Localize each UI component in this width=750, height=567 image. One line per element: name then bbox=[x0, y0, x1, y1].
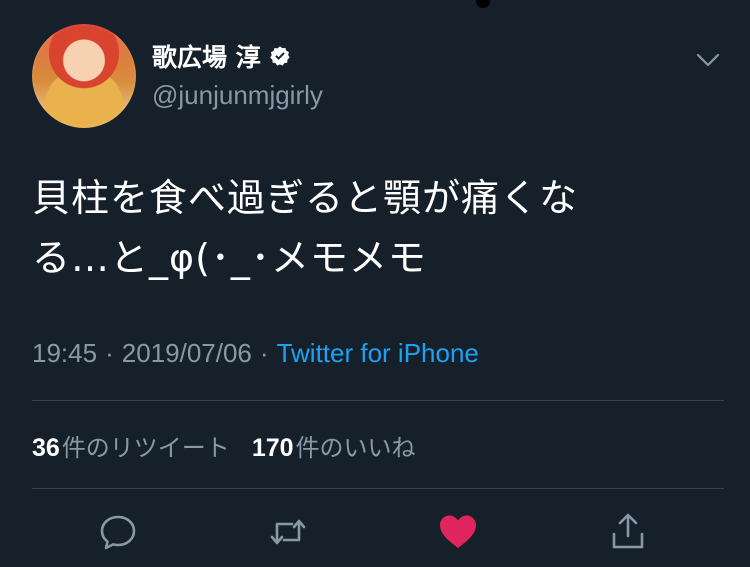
retweet-icon[interactable] bbox=[268, 512, 308, 552]
tweet-text-line-1: 貝柱を食べ過ぎると顎が痛くな bbox=[32, 176, 579, 220]
tweet-date: 2019/07/06 bbox=[121, 338, 252, 368]
chevron-down-icon[interactable] bbox=[696, 52, 720, 68]
divider bbox=[32, 488, 724, 489]
verified-badge-icon bbox=[269, 46, 290, 66]
meta-separator: · bbox=[259, 338, 269, 368]
share-icon[interactable] bbox=[608, 512, 648, 552]
tweet-source-link[interactable]: Twitter for iPhone bbox=[277, 338, 479, 369]
reply-icon[interactable] bbox=[98, 512, 138, 552]
retweets-count-link[interactable]: 36 件のリツイート bbox=[32, 428, 230, 463]
divider bbox=[32, 400, 724, 401]
tweet-time: 19:45 bbox=[32, 338, 98, 368]
heart-icon[interactable] bbox=[438, 512, 478, 552]
retweets-count: 36 bbox=[32, 434, 60, 462]
likes-label: 件のいいね bbox=[295, 434, 416, 462]
retweets-label: 件のリツイート bbox=[61, 434, 230, 462]
tweet-meta: 19:45 · 2019/07/06 · Twitter for iPhone bbox=[32, 338, 479, 369]
display-name[interactable]: 歌広場 淳 bbox=[152, 38, 261, 74]
likes-count: 170 bbox=[251, 434, 294, 462]
meta-separator: · bbox=[105, 338, 114, 368]
tweet-text-line-2: る…と_φ(･_･メモメモ bbox=[32, 236, 427, 280]
likes-count-link[interactable]: 170 件のいいね bbox=[252, 428, 416, 463]
engagement-counts: 36 件のリツイート 170 件のいいね bbox=[32, 428, 416, 463]
tweet-text: 貝柱を食べ過ぎると顎が痛くな る…と_φ(･_･メモメモ bbox=[32, 168, 692, 288]
avatar[interactable] bbox=[32, 24, 136, 128]
camera-notch bbox=[476, 0, 490, 8]
handle[interactable]: @junjunmjgirly bbox=[152, 80, 323, 111]
author-name-row[interactable]: 歌広場 淳 bbox=[152, 38, 291, 74]
